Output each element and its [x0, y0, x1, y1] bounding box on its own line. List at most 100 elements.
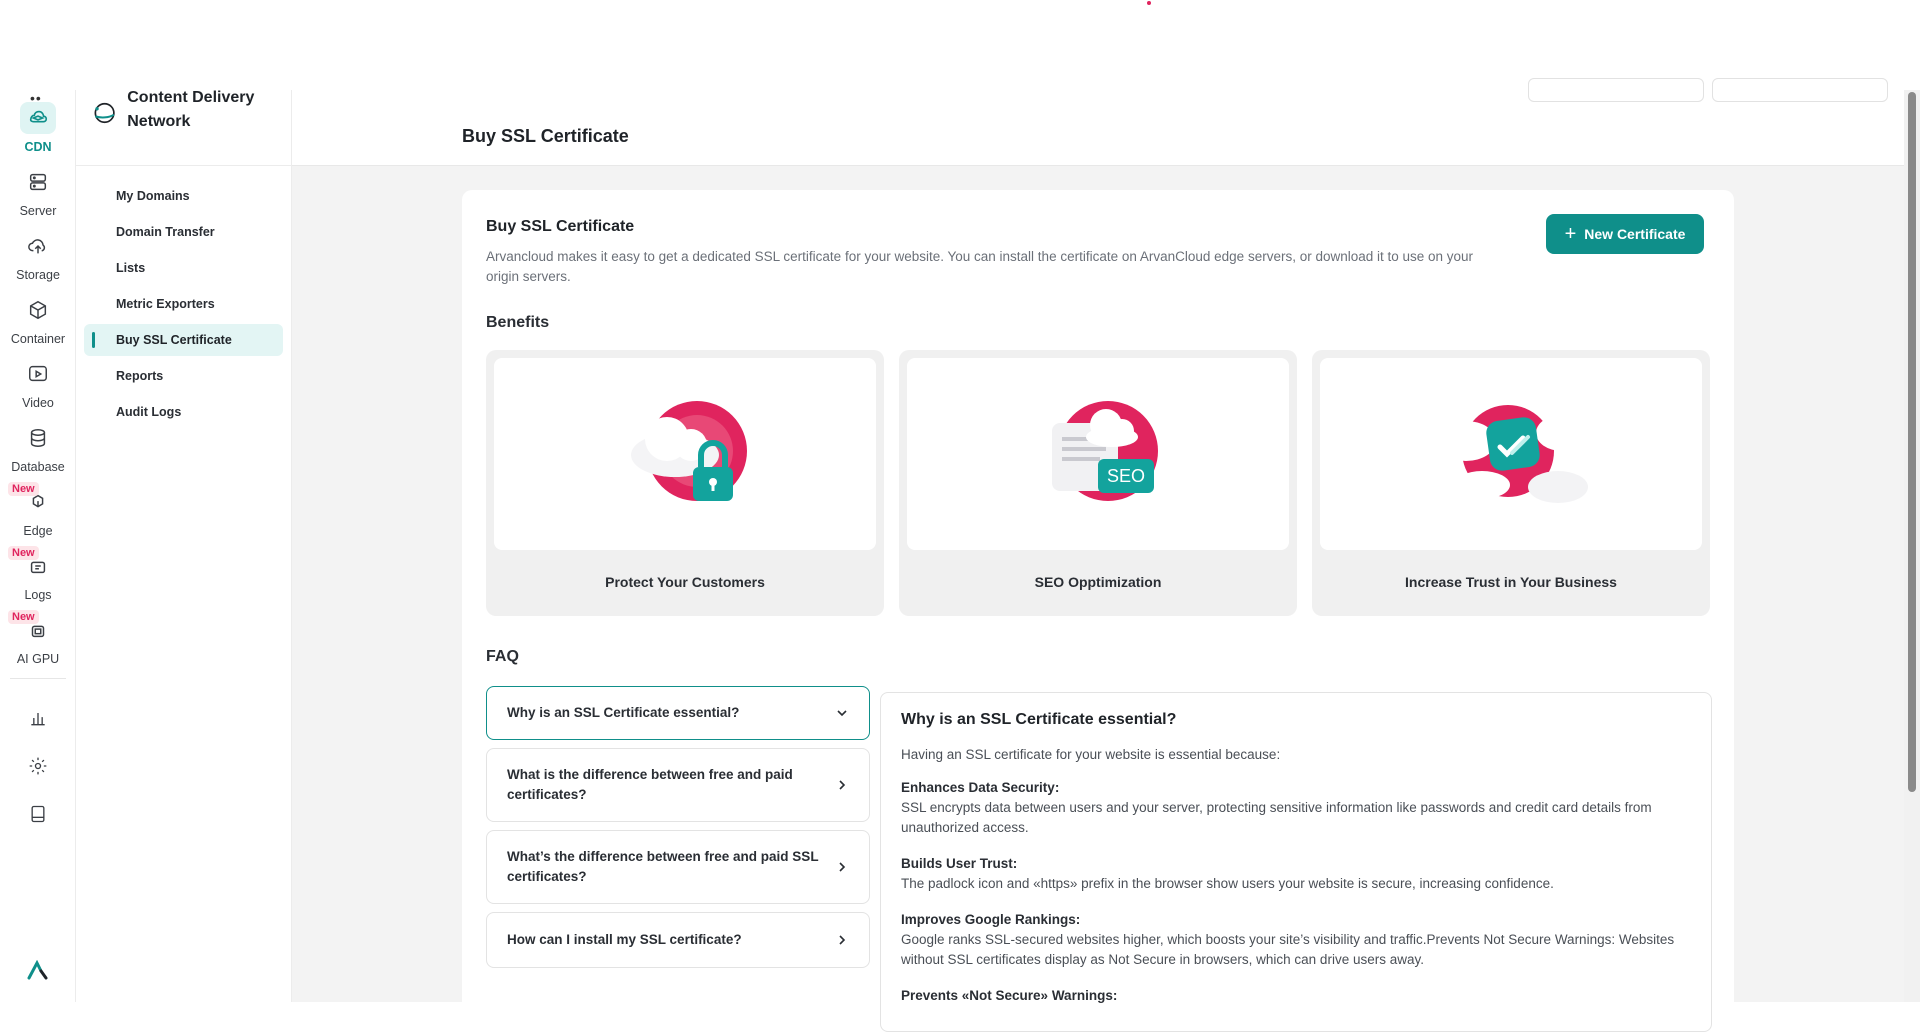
answer-point-title: Enhances Data Security:	[901, 780, 1060, 795]
plus-icon: +	[1564, 223, 1577, 245]
answer-point-title: Improves Google Rankings:	[901, 912, 1081, 927]
header-account-select[interactable]	[1712, 78, 1888, 102]
main-content: Buy SSL Certificate Buy SSL Certificate …	[292, 78, 1904, 1032]
benefit-illustration	[494, 358, 876, 550]
answer-point-title: Builds User Trust:	[901, 856, 1018, 871]
rail-label: CDN	[24, 140, 52, 154]
rail-item-cdn[interactable]: CDN	[0, 102, 76, 164]
gear-icon	[20, 750, 56, 782]
seo-icon: SEO	[1052, 401, 1158, 501]
answer-intro: Having an SSL certificate for your websi…	[901, 747, 1281, 762]
page-scrollbar[interactable]	[1904, 90, 1920, 1002]
chevron-right-icon	[839, 780, 846, 790]
app-window: •• CDN Server Storage Container Video Da…	[0, 78, 1904, 1032]
rail-label: Database	[11, 460, 65, 474]
benefit-card: Increase Trust in Your Business	[1312, 350, 1710, 616]
rail-item-video[interactable]: Video	[0, 358, 76, 420]
new-certificate-button[interactable]: + New Certificate	[1546, 214, 1704, 254]
sidebar-item-my-domains[interactable]: My Domains	[84, 180, 283, 212]
cdn-sidebar: Content Delivery Network My Domains Doma…	[76, 89, 292, 1002]
chevron-right-icon	[839, 935, 846, 945]
sidebar-item-buy-ssl-certificate[interactable]: Buy SSL Certificate	[84, 324, 283, 356]
chevron-down-icon	[837, 710, 847, 717]
server-icon	[20, 166, 56, 198]
rail-label: Server	[19, 204, 57, 218]
card-title: Buy SSL Certificate	[486, 218, 635, 235]
trust-check-icon	[1436, 405, 1588, 503]
rail-label: Video	[22, 396, 54, 410]
arvan-logo-icon	[27, 960, 48, 980]
ssl-card: Buy SSL Certificate Arvancloud makes it …	[462, 190, 1734, 1032]
rail-item-analytics[interactable]	[0, 702, 76, 738]
rail-item-edge[interactable]: New Edge	[0, 482, 76, 548]
card-description: Arvancloud makes it easy to get a dedica…	[486, 249, 1474, 284]
cube-icon	[20, 294, 56, 326]
sidebar-header: Content Delivery Network	[76, 89, 291, 166]
rail-item-settings[interactable]	[0, 750, 76, 786]
faq-question[interactable]: Why is an SSL Certificate essential?	[486, 686, 870, 740]
benefit-label: Protect Your Customers	[605, 574, 765, 590]
rail-item-ai-gpu[interactable]: New AI GPU	[0, 610, 76, 676]
faq-question-text: What is the difference between free and …	[507, 767, 793, 802]
new-certificate-label: New Certificate	[1584, 226, 1686, 242]
rail-divider	[10, 678, 66, 679]
rail-item-storage[interactable]: Storage	[0, 230, 76, 292]
page-header: Buy SSL Certificate	[292, 78, 1904, 166]
answer-point-title: Prevents «Not Secure» Warnings:	[901, 988, 1118, 1003]
video-icon	[20, 358, 56, 390]
scrollbar-thumb[interactable]	[1908, 92, 1916, 792]
faq-answer-panel: Why is an SSL Certificate essential? Hav…	[880, 692, 1712, 1032]
benefits-title: Benefits	[486, 314, 550, 331]
indicator-dot	[1147, 1, 1151, 5]
rail-item-logs[interactable]: New Logs	[0, 546, 76, 612]
sidebar-menu: My Domains Domain Transfer Lists Metric …	[76, 166, 291, 428]
new-badge: New	[8, 546, 39, 560]
answer-point-text: Google ranks SSL-secured websites higher…	[901, 932, 1675, 967]
benefit-card: Protect Your Customers	[486, 350, 884, 616]
rail-item-server[interactable]: Server	[0, 166, 76, 228]
faq-question-text: Why is an SSL Certificate essential?	[507, 705, 740, 720]
rail-label: Storage	[16, 268, 60, 282]
cdn-globe-icon	[94, 102, 115, 124]
product-rail: •• CDN Server Storage Container Video Da…	[0, 90, 76, 1002]
cdn-icon	[20, 102, 56, 134]
page-title: Buy SSL Certificate	[462, 126, 629, 146]
database-icon	[20, 422, 56, 454]
rail-label: Edge	[23, 524, 53, 538]
sidebar-title: Content Delivery Network	[127, 89, 255, 130]
faq-question[interactable]: What is the difference between free and …	[486, 748, 870, 822]
sidebar-item-audit-logs[interactable]: Audit Logs	[84, 396, 283, 428]
faq-question[interactable]: How can I install my SSL certificate?	[486, 912, 870, 968]
answer-point-text: SSL encrypts data between users and your…	[901, 800, 1652, 835]
sidebar-item-lists[interactable]: Lists	[84, 252, 283, 284]
rail-item-docs[interactable]	[0, 798, 76, 834]
cloud-upload-icon	[20, 230, 56, 262]
header-search-input[interactable]	[1528, 78, 1704, 102]
sidebar-item-reports[interactable]: Reports	[84, 360, 283, 392]
answer-title: Why is an SSL Certificate essential?	[901, 711, 1177, 728]
faq-title: FAQ	[486, 648, 519, 665]
benefit-label: SEO Opptimization	[1034, 574, 1162, 590]
new-badge: New	[8, 610, 39, 624]
sidebar-item-metric-exporters[interactable]: Metric Exporters	[84, 288, 283, 320]
chevron-right-icon	[839, 862, 846, 872]
book-icon	[20, 798, 56, 830]
faq-question-text: What’s the difference between free and p…	[507, 849, 819, 884]
benefit-label: Increase Trust in Your Business	[1405, 574, 1617, 590]
rail-label: Container	[10, 332, 66, 346]
rail-label: AI GPU	[16, 652, 60, 666]
benefit-illustration: SEO	[907, 358, 1289, 550]
faq-question-text: How can I install my SSL certificate?	[507, 932, 742, 947]
lock-cloud-icon	[631, 401, 747, 501]
rail-item-container[interactable]: Container	[0, 294, 76, 356]
faq-question[interactable]: What’s the difference between free and p…	[486, 830, 870, 904]
rail-label: Logs	[24, 588, 52, 602]
sidebar-item-domain-transfer[interactable]: Domain Transfer	[84, 216, 283, 248]
chart-icon	[20, 702, 56, 734]
browser-top-area	[0, 0, 1920, 90]
rail-item-database[interactable]: Database	[0, 422, 76, 484]
answer-point-text: The padlock icon and «https» prefix in t…	[901, 876, 1554, 891]
benefit-illustration	[1320, 358, 1702, 550]
seo-badge-text: SEO	[1107, 466, 1145, 486]
benefit-card: SEO SEO Opptimization	[899, 350, 1297, 616]
